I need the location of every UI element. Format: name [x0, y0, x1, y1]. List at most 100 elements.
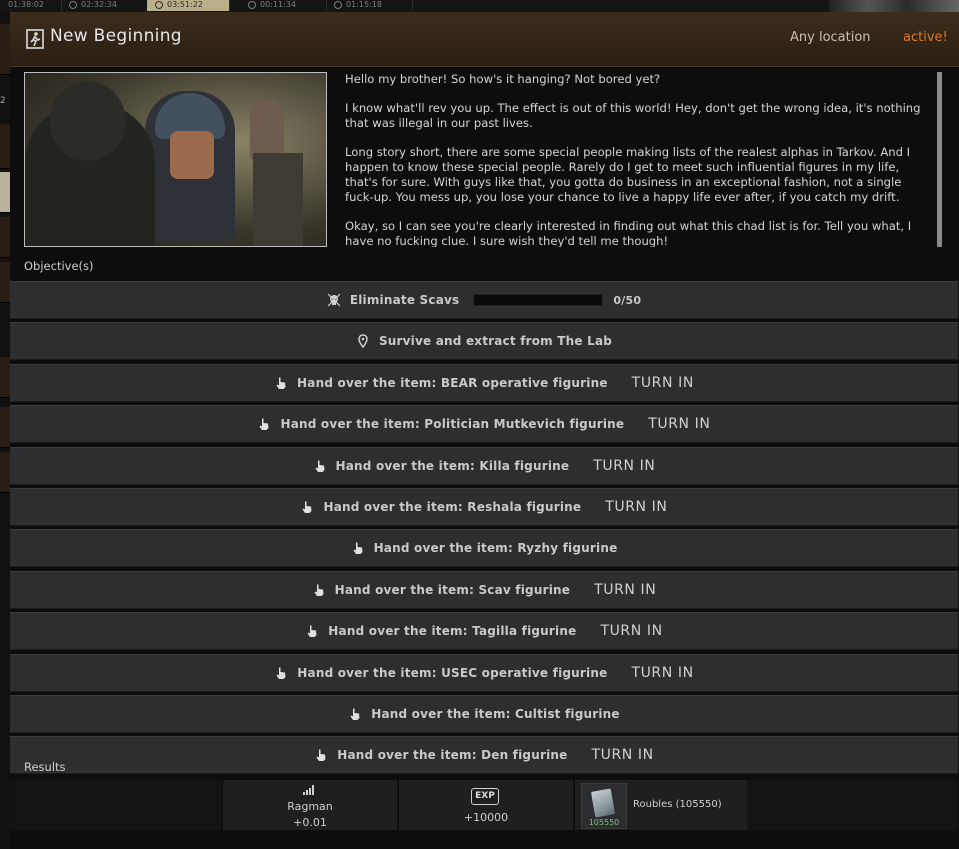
timer-tab[interactable]: 01:15:18	[326, 0, 413, 11]
objectives-list: Eliminate Scavs 0/50 Survive and extract…	[10, 281, 958, 778]
hand-pointer-icon	[314, 584, 324, 596]
timer-value: 01:15:18	[346, 0, 382, 9]
timer-value: 03:51:22	[167, 0, 203, 9]
description-paragraph: Long story short, there are some special…	[345, 145, 911, 204]
quest-list-number: 2	[0, 96, 6, 106]
objective-row: Hand over the item: Reshala figurine TUR…	[10, 487, 958, 526]
hand-pointer-icon	[350, 708, 360, 720]
objective-row: Hand over the item: BEAR operative figur…	[10, 363, 958, 402]
hand-pointer-icon	[276, 667, 286, 679]
objective-text: Survive and extract from The Lab	[378, 334, 613, 349]
timer-value: 02:32:34	[81, 0, 117, 9]
clock-icon	[334, 0, 342, 9]
clock-icon	[69, 0, 77, 9]
quest-list-item-selected[interactable]	[0, 172, 10, 213]
objective-text: Hand over the item: Tagilla figurine	[328, 624, 577, 639]
objective-row: Hand over the item: Ryzhy figurine	[10, 529, 958, 568]
skull-icon	[327, 293, 341, 307]
description-paragraph: Hello my brother! So how's it hanging? N…	[345, 72, 661, 86]
hand-pointer-icon	[307, 625, 317, 638]
timer-value: 00:11:34	[260, 0, 296, 9]
objective-row: Hand over the item: Den figurine TURN IN	[10, 736, 958, 775]
objective-row: Eliminate Scavs 0/50	[10, 281, 958, 319]
objective-text: Eliminate Scavs	[349, 293, 460, 307]
hand-pointer-icon	[353, 542, 363, 555]
objective-row: Hand over the item: Cultist figurine	[10, 694, 958, 733]
rep-bars-icon	[303, 785, 314, 795]
hand-pointer-icon	[316, 749, 326, 762]
quest-list-edge: 2	[0, 12, 10, 849]
quest-list-item[interactable]	[0, 24, 10, 75]
quest-list-item[interactable]	[0, 262, 10, 303]
exp-icon: EXP	[471, 788, 499, 805]
exit-door-icon	[26, 29, 44, 49]
clock-icon	[248, 0, 256, 9]
hand-pointer-icon	[259, 418, 269, 431]
results-label: Results	[24, 760, 66, 774]
quest-description: Hello my brother! So how's it hanging? N…	[345, 72, 930, 247]
description-paragraph: I know what'll rev you up. The effect is…	[345, 101, 921, 130]
objective-row: Hand over the item: Tagilla figurine TUR…	[10, 612, 958, 651]
turn-in-button[interactable]: TURN IN	[632, 375, 694, 391]
quest-list-item[interactable]	[0, 357, 10, 398]
banknotes-icon	[590, 788, 616, 818]
turn-in-button[interactable]: TURN IN	[594, 582, 656, 598]
objective-text: Hand over the item: USEC operative figur…	[297, 665, 608, 680]
item-quantity: 105550	[588, 818, 620, 827]
quest-image	[24, 72, 327, 247]
objective-text: Hand over the item: Cultist figurine	[371, 706, 620, 721]
timer-tab[interactable]: 02:32:34	[61, 0, 148, 11]
timer-tab-active[interactable]: 03:51:22	[147, 0, 230, 11]
results-panel: Ragman +0.01 EXP +10000 105550 Roubles (…	[10, 780, 958, 830]
objective-row: Hand over the item: Politician Mutkevich…	[10, 405, 958, 444]
objective-row: Hand over the item: Scav figurine TURN I…	[10, 570, 958, 609]
quest-title: New Beginning	[50, 26, 182, 46]
quest-list-item[interactable]	[0, 452, 10, 493]
roubles-item-icon[interactable]: 105550	[581, 783, 627, 829]
turn-in-button[interactable]: TURN IN	[605, 499, 667, 515]
objective-row: Hand over the item: Killa figurine TURN …	[10, 446, 958, 485]
clock-icon	[155, 0, 163, 9]
reputation-reward: Ragman +0.01	[222, 780, 397, 830]
hand-pointer-icon	[276, 377, 286, 389]
objective-text: Hand over the item: Politician Mutkevich…	[280, 417, 625, 432]
reputation-value: +0.01	[293, 816, 327, 829]
objective-text: Hand over the item: Reshala figurine	[323, 499, 582, 514]
hand-pointer-icon	[302, 501, 312, 513]
timer-tab[interactable]: 01:38:02	[0, 0, 62, 11]
hand-pointer-icon	[315, 460, 324, 472]
experience-reward: EXP +10000	[398, 780, 573, 830]
objective-text: Hand over the item: Ryzhy figurine	[373, 541, 618, 556]
turn-in-button[interactable]: TURN IN	[648, 416, 710, 432]
objective-text: Hand over the item: Scav figurine	[334, 582, 571, 597]
objective-row: Hand over the item: USEC operative figur…	[10, 653, 958, 692]
turn-in-button[interactable]: TURN IN	[591, 747, 653, 763]
quest-list-item[interactable]	[0, 124, 10, 169]
objective-row: Survive and extract from The Lab	[10, 322, 958, 361]
background-art	[829, 0, 959, 12]
description-paragraph: Okay, so I can see you're clearly intere…	[345, 219, 912, 247]
objective-counter: 0/50	[613, 293, 642, 307]
timer-value: 01:38:02	[8, 0, 44, 9]
objective-text: Hand over the item: Den figurine	[337, 748, 568, 763]
quest-status: active!	[903, 30, 948, 45]
timer-tab[interactable]: 00:11:34	[240, 0, 327, 11]
description-scrollbar[interactable]	[937, 72, 942, 247]
trader-name: Ragman	[287, 800, 333, 813]
objective-progress-bar	[473, 294, 604, 306]
item-reward[interactable]: 105550 Roubles (105550)	[574, 780, 747, 830]
location-pin-icon	[358, 334, 368, 349]
turn-in-button[interactable]: TURN IN	[600, 623, 662, 639]
turn-in-button[interactable]: TURN IN	[593, 458, 655, 474]
quest-list-item[interactable]	[0, 407, 10, 448]
objectives-label: Objective(s)	[24, 259, 94, 273]
objective-text: Hand over the item: Killa figurine	[335, 458, 570, 473]
turn-in-button[interactable]: TURN IN	[631, 665, 693, 681]
quest-location: Any location	[790, 30, 871, 45]
experience-value: +10000	[463, 811, 509, 824]
item-name: Roubles (105550)	[633, 799, 722, 810]
quest-list-item[interactable]	[0, 217, 10, 258]
objective-text: Hand over the item: BEAR operative figur…	[297, 375, 608, 390]
scrollbar-thumb[interactable]	[937, 72, 942, 247]
quest-header: New Beginning Any location active!	[10, 12, 959, 67]
